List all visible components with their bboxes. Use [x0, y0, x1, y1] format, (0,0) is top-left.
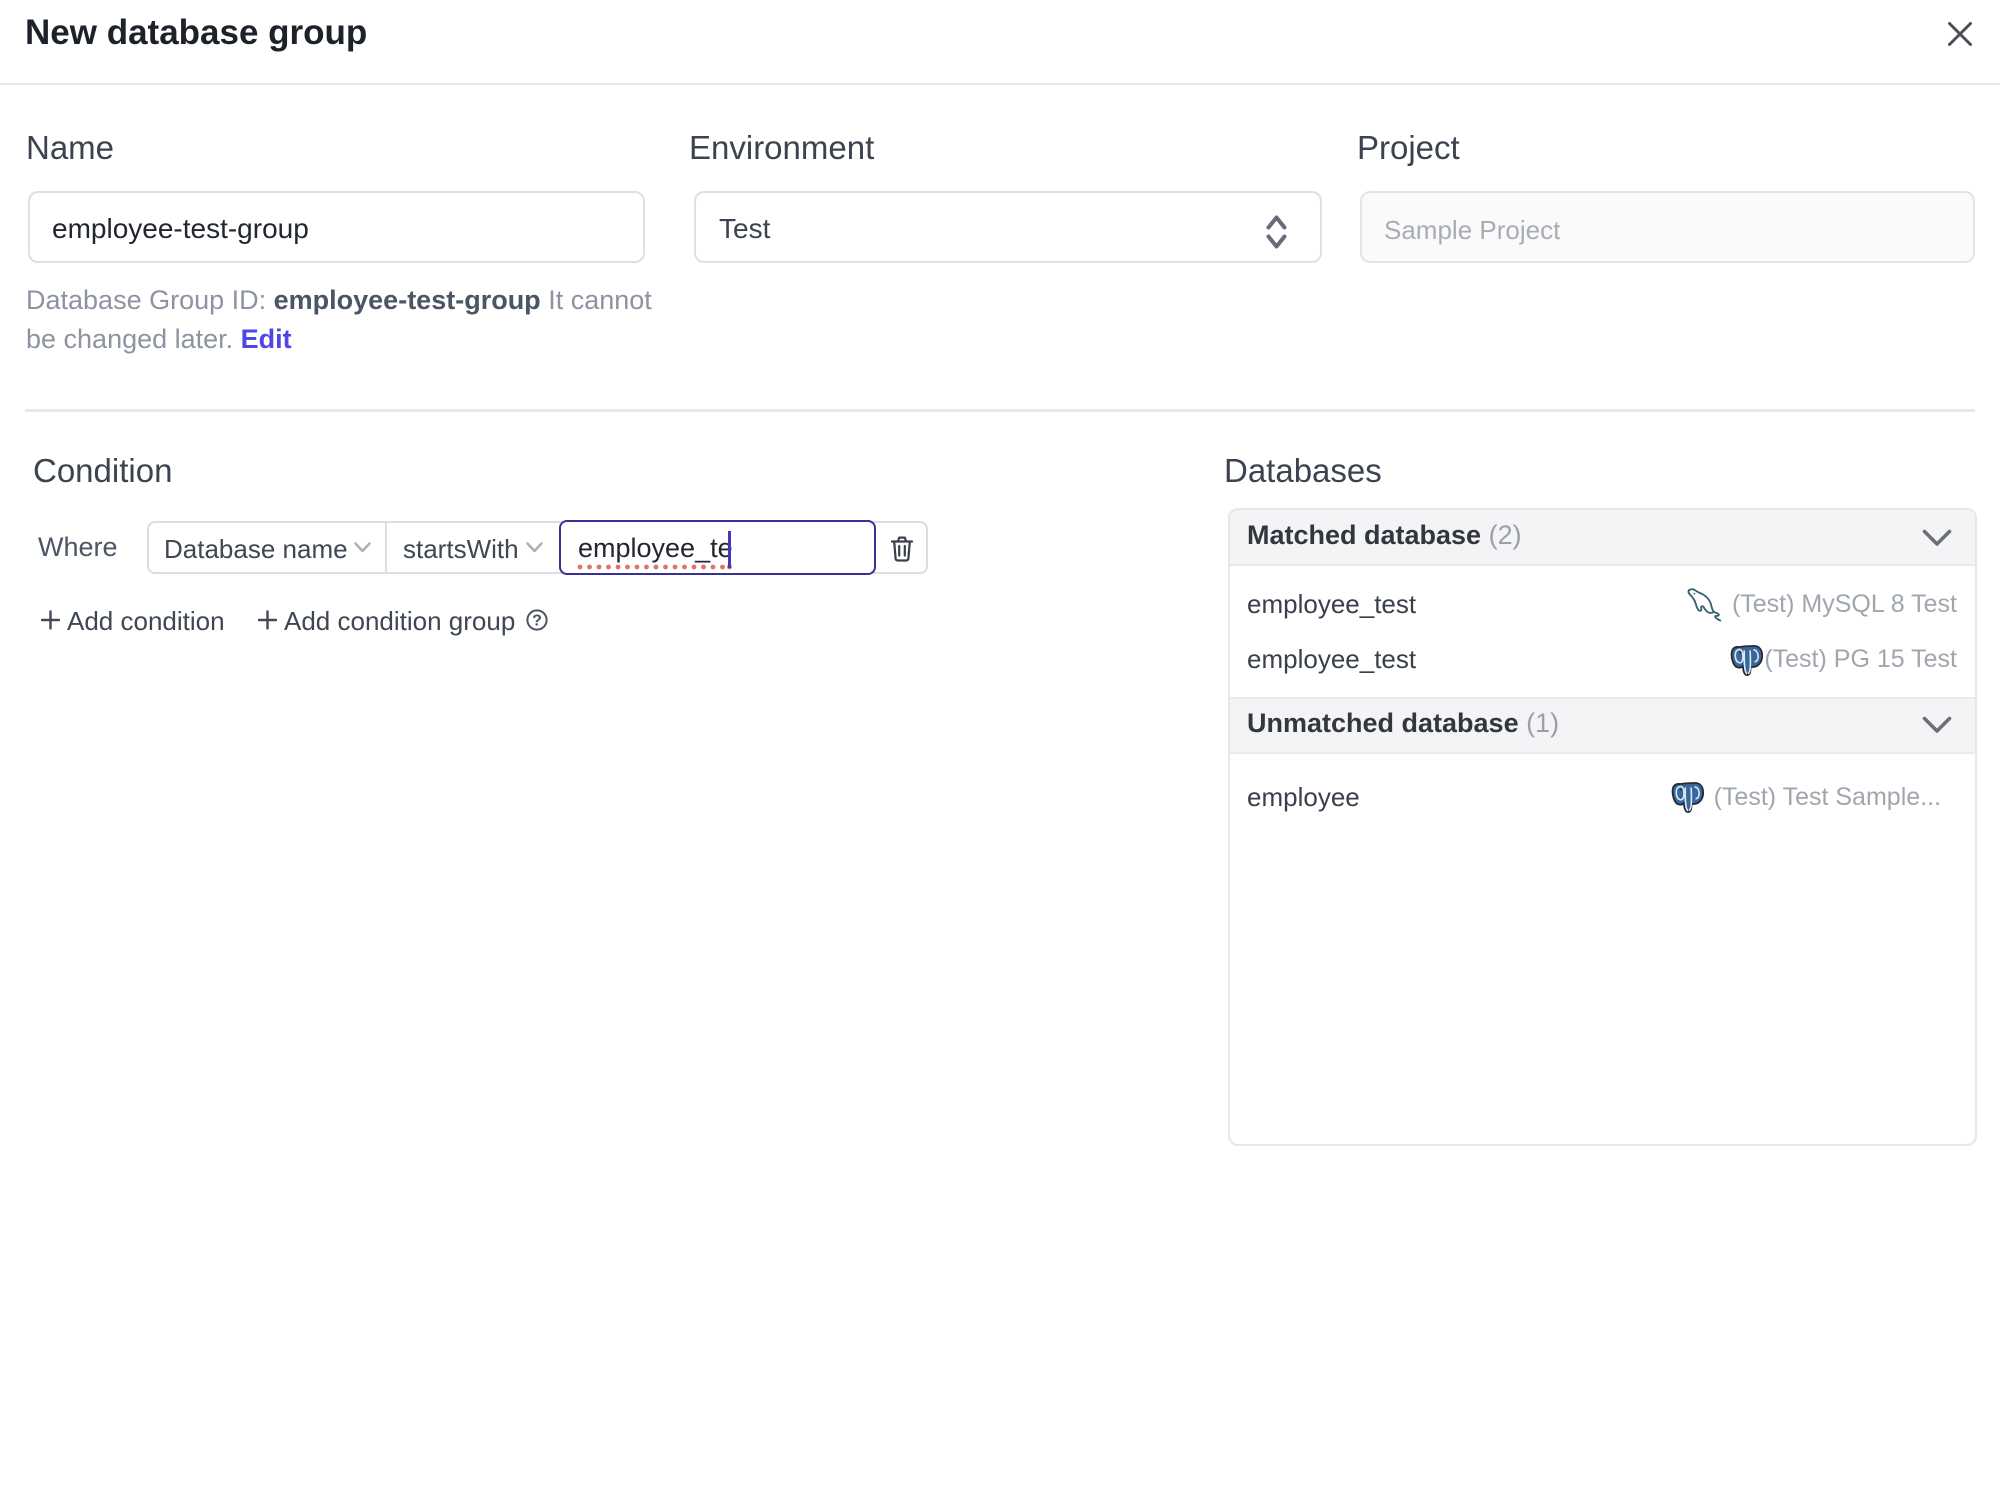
svg-text:?: ? — [532, 613, 542, 630]
